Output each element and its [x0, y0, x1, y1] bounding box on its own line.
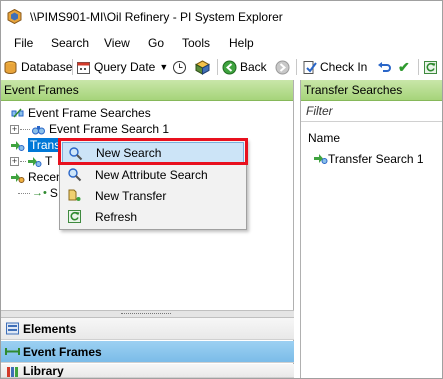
event-frames-icon	[5, 348, 20, 355]
menu-view[interactable]: View	[104, 36, 130, 50]
tree-label: Trans	[28, 138, 63, 152]
undo-icon	[378, 61, 391, 72]
splitter-grip	[121, 313, 171, 315]
forward-button[interactable]	[275, 58, 290, 76]
toolbar-separator	[418, 59, 419, 75]
new-transfer-icon	[68, 189, 81, 201]
nav-library[interactable]: Library	[1, 364, 294, 378]
toolbar-separator	[296, 59, 297, 75]
toolbar-separator	[217, 59, 218, 75]
refresh-button[interactable]	[423, 58, 438, 76]
menu-help[interactable]: Help	[229, 36, 254, 50]
nav-label: Library	[23, 364, 64, 378]
clock-button[interactable]	[172, 58, 187, 76]
context-menu-new-search[interactable]: New Search	[62, 142, 244, 163]
menu-search[interactable]: Search	[51, 36, 89, 50]
transfer-search-icon	[28, 156, 42, 167]
refresh-icon	[424, 60, 437, 74]
arrow-icon: →•	[32, 187, 47, 199]
list-item-transfer-search-1[interactable]: Transfer Search 1	[313, 151, 424, 166]
context-menu-new-attribute-search[interactable]: New Attribute Search	[62, 164, 244, 185]
event-frames-header: Event Frames	[1, 80, 293, 101]
menu-file[interactable]: File	[14, 36, 33, 50]
name-column-header[interactable]: Name	[308, 131, 340, 145]
transfer-search-icon	[11, 140, 25, 151]
tree-node-transfer-searches[interactable]: Trans	[10, 137, 63, 153]
menu-tools[interactable]: Tools	[182, 36, 210, 50]
expand-plus-icon[interactable]: +	[10, 124, 19, 134]
tree-node-recent-child[interactable]: →• S	[18, 185, 58, 201]
database-label: Database	[21, 60, 73, 74]
tree-label: T	[45, 154, 53, 168]
tree-connector	[20, 128, 30, 130]
pane-splitter[interactable]	[1, 310, 294, 318]
context-menu-refresh[interactable]: Refresh	[62, 206, 244, 227]
menu-go[interactable]: Go	[148, 36, 164, 50]
nav-elements[interactable]: Elements	[1, 318, 294, 340]
tree-label: Event Frame Search 1	[49, 122, 170, 136]
search-folder-icon	[11, 108, 24, 117]
transfer-search-icon	[314, 154, 328, 164]
check-in-label: Check In	[320, 60, 368, 74]
check-in-button[interactable]: Check In	[302, 58, 367, 76]
refresh-icon	[68, 210, 81, 223]
attribute-search-icon	[68, 168, 82, 182]
tree-label: Recen	[28, 170, 63, 184]
checkmark-button[interactable]: ✔	[398, 58, 410, 76]
tree-node-event-frame-searches[interactable]: Event Frame Searches	[10, 105, 151, 121]
undo-checkout-button[interactable]	[377, 58, 392, 76]
navigator-button[interactable]	[195, 58, 210, 76]
tree-connector	[20, 160, 26, 162]
nav-label: Elements	[23, 321, 77, 336]
pi-system-explorer-icon	[7, 9, 22, 24]
check-in-icon	[303, 60, 317, 74]
query-date-button[interactable]: Query Date ▼	[76, 58, 168, 76]
filter-input[interactable]: Filter	[301, 102, 442, 122]
database-icon	[4, 60, 17, 74]
menu-bar: File Search View Go Tools Help	[1, 34, 442, 54]
context-menu-new-transfer[interactable]: New Transfer	[62, 185, 244, 206]
title-bar: \\PIMS901-MI\Oil Refinery - PI System Ex…	[1, 1, 442, 32]
transfer-searches-pane: Transfer Searches Filter Name Transfer S…	[300, 80, 442, 378]
toolbar-separator	[72, 59, 73, 75]
expand-plus-icon[interactable]: +	[10, 156, 19, 166]
nav-label: Event Frames	[23, 344, 102, 359]
tree-node-transfer-child[interactable]: + T	[10, 153, 52, 169]
database-button[interactable]: Database	[3, 58, 72, 76]
library-icon	[7, 367, 18, 377]
cube-icon	[195, 59, 210, 75]
forward-arrow-icon	[275, 60, 290, 74]
clock-icon	[173, 60, 186, 74]
tree-node-event-frame-search-1[interactable]: + Event Frame Search 1	[10, 121, 169, 137]
context-menu-label: New Attribute Search	[95, 167, 208, 182]
tree-node-recent[interactable]: Recen	[10, 169, 63, 185]
dropdown-arrow-icon: ▼	[159, 62, 169, 72]
window-title: \\PIMS901-MI\Oil Refinery - PI System Ex…	[30, 10, 283, 24]
magnifier-icon	[69, 147, 83, 161]
query-date-label: Query Date	[94, 60, 156, 74]
back-arrow-icon	[222, 60, 237, 74]
checkmark-icon: ✔	[398, 58, 410, 75]
context-menu: New Search New Attribute Search New Tran…	[59, 139, 247, 230]
search-binoculars-icon	[32, 125, 45, 134]
back-button[interactable]: Back	[222, 58, 267, 76]
tree-label: Event Frame Searches	[28, 106, 151, 120]
elements-icon	[6, 322, 19, 335]
nav-event-frames[interactable]: Event Frames	[1, 341, 294, 363]
list-item-label: Transfer Search 1	[328, 151, 424, 166]
back-label: Back	[240, 60, 267, 74]
context-menu-label: Refresh	[95, 209, 138, 224]
tree-label: S	[49, 186, 58, 200]
tree-connector	[18, 192, 30, 194]
calendar-icon	[77, 61, 90, 74]
context-menu-label: New Search	[96, 145, 162, 160]
recent-search-icon	[11, 172, 25, 183]
transfer-searches-header: Transfer Searches	[301, 80, 442, 101]
context-menu-label: New Transfer	[95, 188, 167, 203]
toolbar: Database Query Date ▼ Back Check In ✔	[1, 55, 442, 79]
